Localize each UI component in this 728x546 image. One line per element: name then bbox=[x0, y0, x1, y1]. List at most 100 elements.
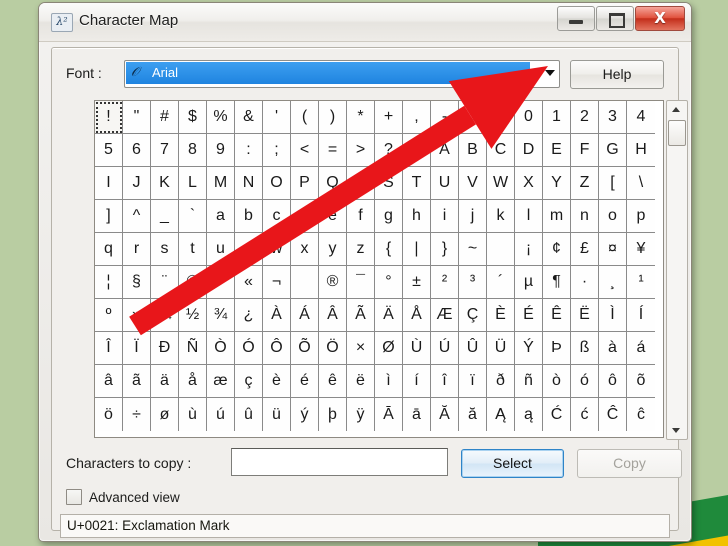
character-cell[interactable]: | bbox=[403, 233, 431, 266]
character-cell[interactable]: : bbox=[235, 134, 263, 167]
character-cell[interactable]: ! bbox=[95, 101, 123, 134]
character-cell[interactable]: ê bbox=[319, 365, 347, 398]
character-cell[interactable]: ³ bbox=[459, 266, 487, 299]
character-cell[interactable]: > bbox=[347, 134, 375, 167]
character-cell[interactable]: à bbox=[599, 332, 627, 365]
character-cell[interactable]: í bbox=[403, 365, 431, 398]
character-cell[interactable]: ä bbox=[151, 365, 179, 398]
character-cell[interactable]: Í bbox=[627, 299, 655, 332]
character-cell[interactable]: é bbox=[291, 365, 319, 398]
character-cell[interactable]: Ó bbox=[235, 332, 263, 365]
character-cell[interactable]: N bbox=[235, 167, 263, 200]
character-cell[interactable]: Ú bbox=[431, 332, 459, 365]
character-cell[interactable]: ë bbox=[347, 365, 375, 398]
character-cell[interactable]: S bbox=[375, 167, 403, 200]
scrollbar-thumb[interactable] bbox=[668, 120, 686, 146]
character-cell[interactable]: » bbox=[123, 299, 151, 332]
character-cell[interactable]: ¿ bbox=[235, 299, 263, 332]
character-cell[interactable]: 5 bbox=[95, 134, 123, 167]
character-cell[interactable]: R bbox=[347, 167, 375, 200]
character-cell[interactable]: h bbox=[403, 200, 431, 233]
title-bar[interactable]: λ² Character Map X bbox=[39, 3, 691, 42]
character-cell[interactable]: ý bbox=[291, 398, 319, 431]
character-cell[interactable]: A bbox=[431, 134, 459, 167]
character-cell[interactable]: ¥ bbox=[627, 233, 655, 266]
character-cell[interactable]: J bbox=[123, 167, 151, 200]
character-cell[interactable]: Q bbox=[319, 167, 347, 200]
advanced-view-row[interactable]: Advanced view bbox=[66, 488, 180, 506]
character-cell[interactable]: u bbox=[207, 233, 235, 266]
character-cell[interactable]: ] bbox=[95, 200, 123, 233]
character-cell[interactable]: l bbox=[515, 200, 543, 233]
character-cell[interactable]: ¢ bbox=[543, 233, 571, 266]
character-cell[interactable]: s bbox=[151, 233, 179, 266]
character-cell[interactable]: q bbox=[95, 233, 123, 266]
character-cell[interactable]: Ë bbox=[571, 299, 599, 332]
character-cell[interactable]: c bbox=[263, 200, 291, 233]
character-cell[interactable]: Ç bbox=[459, 299, 487, 332]
character-cell[interactable]: ¾ bbox=[207, 299, 235, 332]
character-cell[interactable]: k bbox=[487, 200, 515, 233]
character-cell[interactable]: è bbox=[263, 365, 291, 398]
font-combobox-selection[interactable]: 𝒪 Arial bbox=[126, 62, 530, 84]
advanced-view-checkbox[interactable] bbox=[66, 489, 82, 505]
character-cell[interactable]: © bbox=[179, 266, 207, 299]
character-cell[interactable]: ô bbox=[599, 365, 627, 398]
character-cell[interactable]: U bbox=[431, 167, 459, 200]
character-cell[interactable]: _ bbox=[151, 200, 179, 233]
character-cell[interactable]: ¹ bbox=[627, 266, 655, 299]
character-cell[interactable]: Â bbox=[319, 299, 347, 332]
character-cell[interactable]: * bbox=[347, 101, 375, 134]
character-cell[interactable]: Ì bbox=[599, 299, 627, 332]
character-cell[interactable]: i bbox=[431, 200, 459, 233]
character-cell[interactable]: [ bbox=[599, 167, 627, 200]
character-cell[interactable]: ¨ bbox=[151, 266, 179, 299]
character-cell[interactable]: Î bbox=[95, 332, 123, 365]
character-cell[interactable]: ü bbox=[263, 398, 291, 431]
character-cell[interactable]: n bbox=[571, 200, 599, 233]
character-cell[interactable]: # bbox=[151, 101, 179, 134]
character-cell[interactable]: Ñ bbox=[179, 332, 207, 365]
character-cell[interactable]: @ bbox=[403, 134, 431, 167]
character-cell[interactable]: f bbox=[347, 200, 375, 233]
character-cell[interactable]: 7 bbox=[151, 134, 179, 167]
character-cell[interactable]: . bbox=[459, 101, 487, 134]
character-cell[interactable]: T bbox=[403, 167, 431, 200]
character-cell[interactable]: Ą bbox=[487, 398, 515, 431]
character-cell[interactable]: < bbox=[291, 134, 319, 167]
character-cell[interactable]: ò bbox=[543, 365, 571, 398]
character-cell[interactable]: Ò bbox=[207, 332, 235, 365]
character-cell[interactable]: - bbox=[431, 101, 459, 134]
character-cell[interactable]: ð bbox=[487, 365, 515, 398]
character-cell[interactable]: L bbox=[179, 167, 207, 200]
character-cell[interactable]: ¸ bbox=[599, 266, 627, 299]
character-cell[interactable]: £ bbox=[571, 233, 599, 266]
character-cell[interactable]: 1 bbox=[543, 101, 571, 134]
character-cell[interactable]: ù bbox=[179, 398, 207, 431]
character-cell[interactable]: x bbox=[291, 233, 319, 266]
character-cell[interactable]: À bbox=[263, 299, 291, 332]
character-cell[interactable]: C bbox=[487, 134, 515, 167]
character-cell[interactable]: 6 bbox=[123, 134, 151, 167]
character-cell[interactable]: ĉ bbox=[627, 398, 655, 431]
character-cell[interactable]: H bbox=[627, 134, 655, 167]
character-cell[interactable]: · bbox=[571, 266, 599, 299]
character-cell[interactable]: G bbox=[599, 134, 627, 167]
character-cell[interactable]: 9 bbox=[207, 134, 235, 167]
character-cell[interactable]: Á bbox=[291, 299, 319, 332]
character-cell[interactable]: Ć bbox=[543, 398, 571, 431]
character-cell[interactable]: ¦ bbox=[95, 266, 123, 299]
character-cell[interactable]: t bbox=[179, 233, 207, 266]
character-cell[interactable]: ª bbox=[207, 266, 235, 299]
character-cell[interactable]: ½ bbox=[179, 299, 207, 332]
character-cell[interactable]: r bbox=[123, 233, 151, 266]
character-cell[interactable]: ą bbox=[515, 398, 543, 431]
character-cell[interactable]: D bbox=[515, 134, 543, 167]
character-cell[interactable]: õ bbox=[627, 365, 655, 398]
character-cell[interactable]: ñ bbox=[515, 365, 543, 398]
character-cell[interactable]: ± bbox=[403, 266, 431, 299]
character-cell[interactable]: 2 bbox=[571, 101, 599, 134]
character-cell[interactable]: ¬ bbox=[263, 266, 291, 299]
character-cell[interactable]: ; bbox=[263, 134, 291, 167]
scroll-up-arrow-icon[interactable] bbox=[667, 101, 685, 118]
